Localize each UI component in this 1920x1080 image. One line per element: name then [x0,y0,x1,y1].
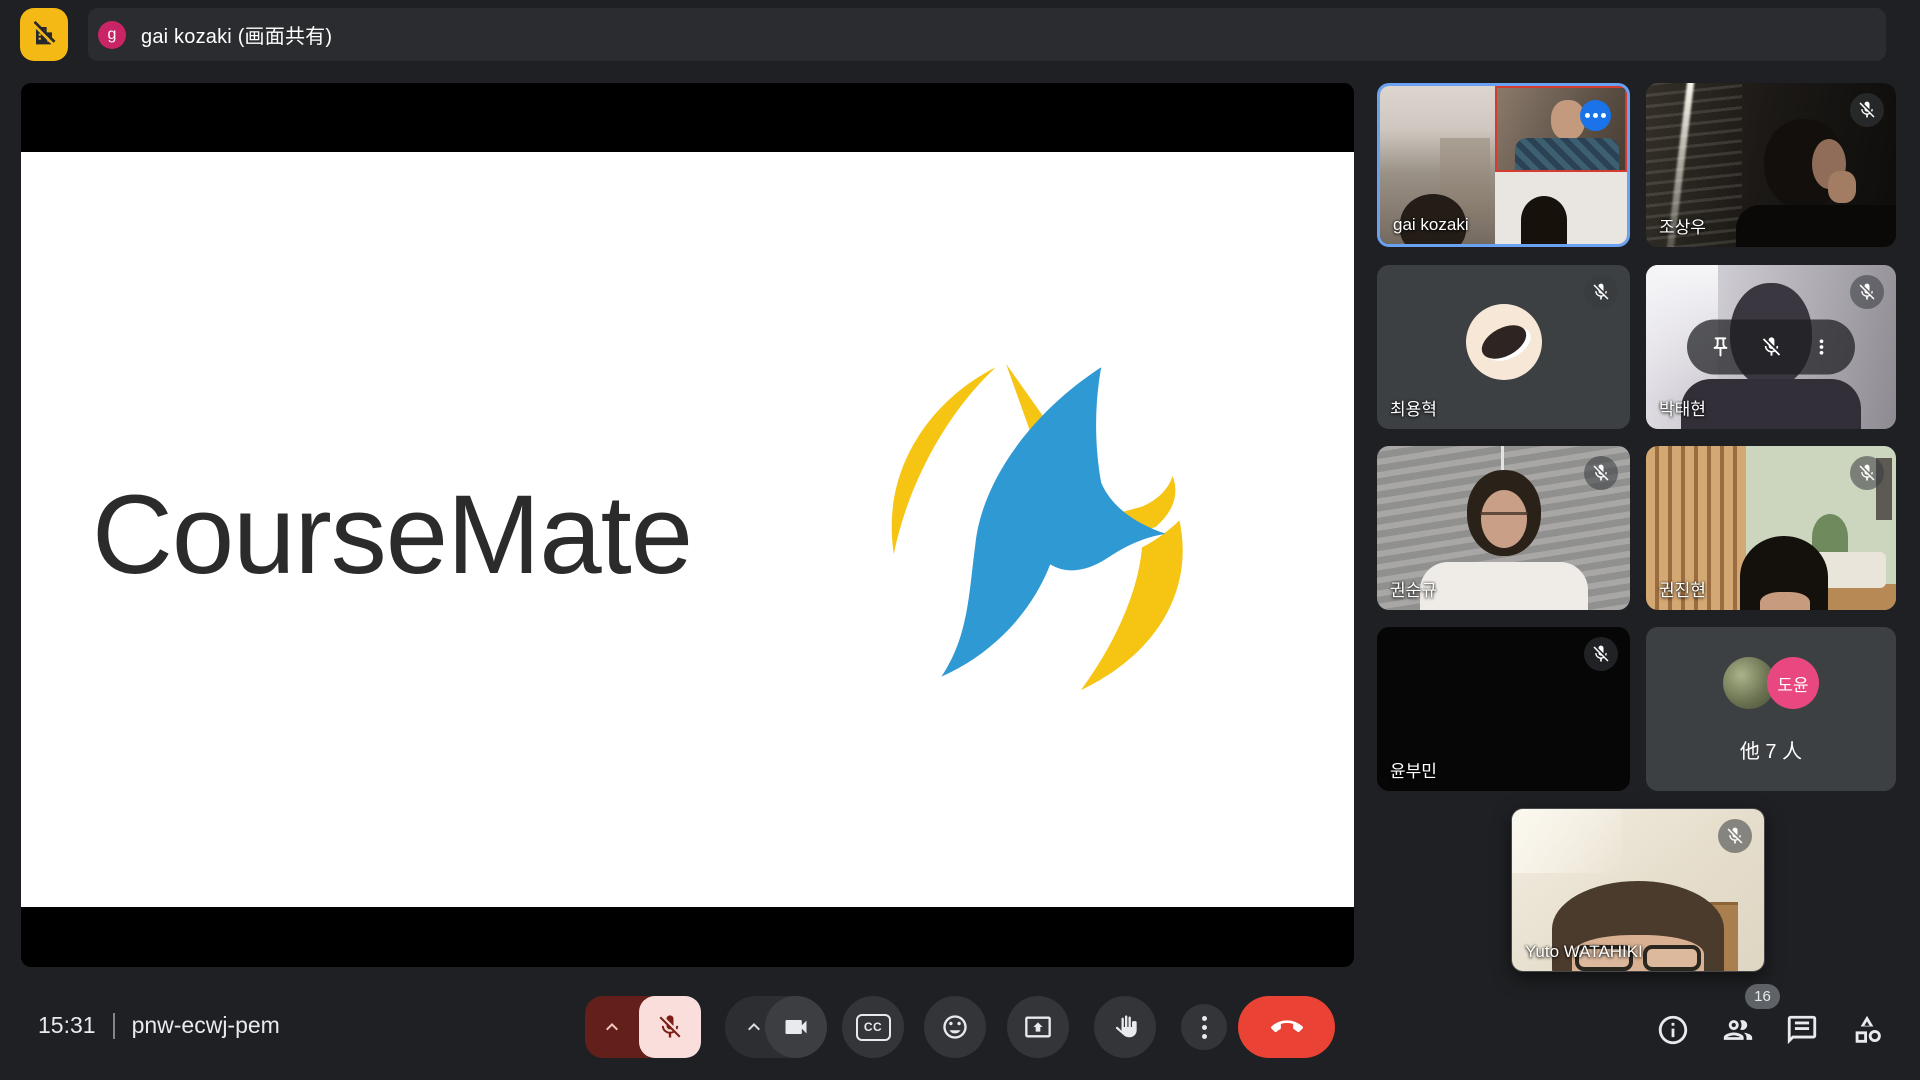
mic-off-icon [1850,275,1884,309]
participant-name: 최용혁 [1390,395,1437,420]
presenter-banner[interactable]: g gai kozaki (画面共有) [88,8,1886,61]
scene-person-body [1681,379,1861,429]
tile-hover-controls [1687,320,1855,375]
participant-tile-yunbumin[interactable]: 윤부민 [1377,627,1630,791]
floating-tile-yuto-watahiki[interactable]: Yuto WATAHIKI [1511,808,1765,972]
scene-wall-light [1512,809,1622,873]
captions-icon: CC [856,1014,891,1041]
present-screen-button[interactable] [1007,996,1069,1058]
reactions-button[interactable] [924,996,986,1058]
chat-icon [1785,1013,1819,1047]
meeting-details-button[interactable] [1656,1013,1690,1047]
scene-person-face [1760,592,1810,610]
participant-tile-parktaehyun[interactable]: 박태현 [1646,265,1896,429]
camera-toggle-button[interactable] [765,996,827,1058]
end-call-button[interactable] [1238,996,1335,1058]
activities-button[interactable] [1850,1013,1884,1047]
participant-name: gai kozaki [1393,215,1469,235]
overflow-count-label: 他 7 人 [1646,735,1896,764]
participant-tile-choiyonghyuk[interactable]: 최용혁 [1377,265,1630,429]
scene-person-shirt [1420,562,1588,610]
activities-icon [1850,1013,1884,1047]
participant-tile-kwonjinhyun[interactable]: 권진현 [1646,446,1896,610]
participant-tile-gai-kozaki[interactable]: gai kozaki [1377,83,1630,247]
shared-slide: CourseMate [21,152,1354,907]
mic-off-icon [1584,275,1618,309]
meeting-code: pnw-ecwj-pem [132,1012,280,1039]
show-participants-button[interactable] [1721,1013,1755,1047]
mic-off-icon [1760,336,1783,359]
participant-name: 조상우 [1659,213,1706,238]
video-subscene [1495,86,1627,172]
presentation-off-chip[interactable] [20,8,68,61]
avatar-badge: 도윤 [1767,657,1819,709]
chat-button[interactable] [1785,1013,1819,1047]
scene-person [1521,196,1567,244]
microphone-toggle-button[interactable] [639,996,701,1058]
scene-person-shirt [1515,138,1619,170]
chevron-up-icon [742,1015,766,1039]
info-icon [1656,1013,1690,1047]
videocam-icon [782,1013,810,1041]
pin-button[interactable] [1704,330,1738,364]
people-icon [1721,1013,1755,1047]
participant-name: 권진현 [1659,576,1706,601]
pin-icon [1709,336,1732,359]
mute-participant-button[interactable] [1754,330,1788,364]
avatar [1466,304,1542,380]
presenter-avatar: g [98,21,126,49]
raise-hand-button[interactable] [1094,996,1156,1058]
participant-tile-josangu[interactable]: 조상우 [1646,83,1896,247]
more-options-button[interactable] [1580,100,1611,131]
shared-screen-stage[interactable]: CourseMate [21,83,1354,967]
participant-count-badge: 16 [1745,984,1780,1009]
overflow-avatars: 도윤 [1723,657,1819,709]
overflow-tile-others[interactable]: 도윤 他 7 人 [1646,627,1896,791]
more-options-button[interactable] [1181,1004,1227,1050]
mic-off-icon [1850,456,1884,490]
presentation-off-icon [28,19,60,51]
raise-hand-icon [1111,1013,1139,1041]
participant-name: Yuto WATAHIKI [1525,942,1643,962]
presenter-label: gai kozaki (画面共有) [141,20,332,49]
clock-time: 15:31 [38,1012,96,1039]
divider [113,1013,115,1039]
slide-title: CourseMate [92,470,692,599]
tile-more-button[interactable] [1805,330,1839,364]
mic-off-icon [1718,819,1752,853]
present-icon [1024,1013,1052,1041]
avatar-cookie-photo [1476,318,1532,365]
mic-off-icon [1584,637,1618,671]
participant-name: 윤부민 [1390,757,1437,782]
emoji-icon [941,1013,969,1041]
meeting-info: 15:31 pnw-ecwj-pem [38,1012,280,1039]
coursemate-logo [866,357,1214,697]
video-subscene [1495,172,1627,244]
participant-tile-kwonsungyu[interactable]: 권순규 [1377,446,1630,610]
chevron-up-icon [600,1015,624,1039]
scene-person-glasses [1480,512,1528,528]
more-vert-icon [1810,336,1833,359]
scene-person-body [1736,205,1896,247]
mic-off-icon [1584,456,1618,490]
participant-name: 박태현 [1659,395,1706,420]
mic-off-icon [656,1013,684,1041]
scene-person-hand [1828,171,1856,203]
captions-button[interactable]: CC [842,996,904,1058]
end-call-icon [1271,1011,1303,1043]
participant-name: 권순규 [1390,576,1437,601]
mic-off-icon [1850,93,1884,127]
